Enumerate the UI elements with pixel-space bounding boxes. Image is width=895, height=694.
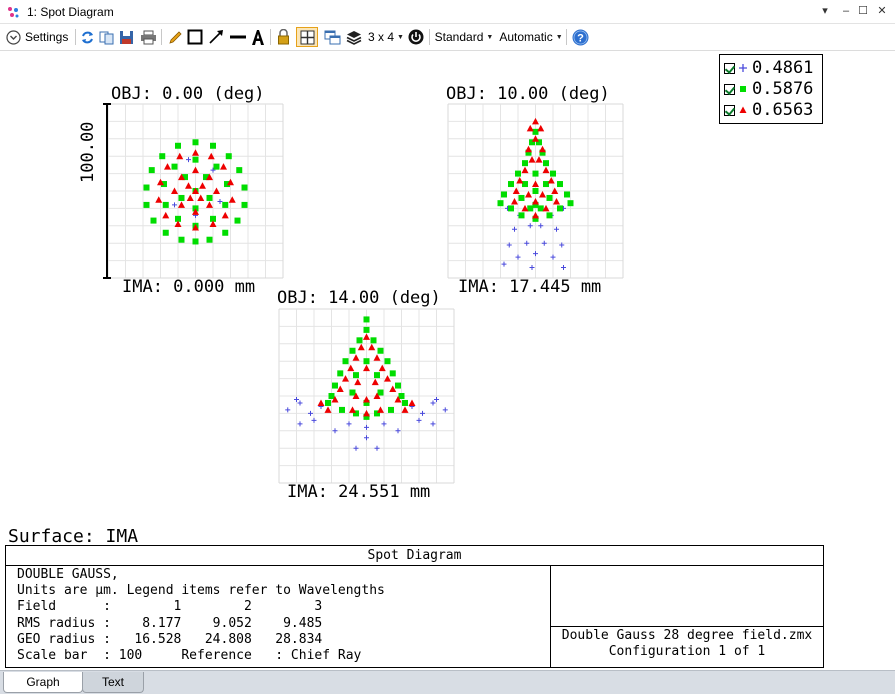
plot-2-title: OBJ: 10.00 (deg)	[446, 84, 610, 104]
square-marker-icon	[740, 86, 746, 92]
plot-3-title: OBJ: 14.00 (deg)	[277, 288, 441, 308]
triangle-marker-icon	[739, 106, 747, 113]
info-right-blank	[551, 566, 823, 627]
standard-dropdown-label: Standard	[434, 30, 484, 44]
line-icon	[230, 35, 246, 39]
layers-button[interactable]	[345, 27, 363, 47]
surface-label: Surface: IMA	[8, 526, 139, 547]
power-refresh-icon	[408, 29, 424, 45]
toolbar-separator	[429, 29, 430, 45]
wavelength-legend: 0.4861 0.5876 0.6563	[719, 54, 823, 124]
info-line: RMS radius : 8.177 9.052 9.485	[17, 615, 323, 631]
configuration-label: Configuration 1 of 1	[608, 644, 766, 659]
help-button[interactable]: ?	[570, 27, 590, 47]
file-name: Double Gauss 28 degree field.zmx	[561, 628, 813, 643]
legend-item-wavelength-3[interactable]: 0.6563	[724, 100, 813, 120]
plus-marker-icon	[739, 64, 747, 72]
info-details: DOUBLE GAUSS, Units are µm. Legend items …	[6, 566, 551, 667]
arrow-line-icon	[208, 30, 223, 44]
info-line: Scale bar : 100 Reference : Chief Ray	[17, 648, 362, 664]
refresh-button[interactable]	[78, 27, 96, 47]
spot-diagram-app-icon	[8, 7, 19, 18]
refresh-icon	[81, 31, 93, 43]
maximize-button[interactable]: ☐	[853, 2, 873, 20]
svg-text:?: ?	[577, 32, 584, 44]
layout-dropdown-label: 3 x 4	[368, 30, 395, 44]
toolbar-separator	[161, 29, 162, 45]
chevron-down-circle-icon	[6, 29, 21, 45]
title-bar: 1: Spot Diagram ▾ – ☐ ✕	[0, 0, 895, 24]
info-line: Field : 1 2 3	[17, 599, 323, 615]
legend-label: 0.4861	[752, 58, 814, 78]
lock-button[interactable]	[274, 27, 292, 47]
toolbar-separator	[270, 29, 271, 45]
dropdown-arrow-icon: ▼	[555, 33, 563, 41]
rectangle-icon	[187, 29, 203, 45]
plot-1-title: OBJ: 0.00 (deg)	[111, 84, 265, 104]
arrow-tool-button[interactable]	[206, 27, 226, 47]
checkbox-checked-icon[interactable]	[724, 104, 735, 116]
settings-button[interactable]: Settings	[6, 27, 74, 47]
info-line: DOUBLE GAUSS,	[17, 567, 119, 582]
lock-icon	[277, 29, 289, 45]
dropdown-arrow-icon: ▼	[486, 33, 494, 41]
checkbox-checked-icon[interactable]	[724, 83, 735, 95]
window-menu-button[interactable]: ▾	[815, 2, 835, 20]
standard-dropdown[interactable]: Standard ▼	[434, 27, 494, 47]
automatic-dropdown[interactable]: Automatic ▼	[498, 27, 564, 47]
plot-3-ima-label: IMA: 24.551 mm	[287, 482, 431, 502]
toolbar-separator	[566, 29, 567, 45]
info-box: Spot Diagram DOUBLE GAUSS, Units are µm. …	[5, 545, 824, 668]
text-tool-icon	[252, 29, 264, 45]
legend-item-wavelength-1[interactable]: 0.4861	[724, 58, 813, 78]
legend-label: 0.5876	[752, 79, 814, 99]
crosshair-grid-icon	[300, 30, 314, 44]
auto-update-button[interactable]	[407, 27, 425, 47]
legend-item-wavelength-2[interactable]: 0.5876	[724, 79, 813, 99]
plot-1-ima-label: IMA: 0.000 mm	[122, 277, 256, 297]
close-button[interactable]: ✕	[872, 2, 892, 20]
print-icon	[140, 30, 156, 44]
text-tool-button[interactable]	[249, 27, 267, 47]
copy-button[interactable]	[98, 27, 116, 47]
layout-dropdown[interactable]: 3 x 4 ▼	[366, 27, 406, 47]
automatic-dropdown-label: Automatic	[499, 30, 553, 44]
help-icon: ?	[572, 29, 588, 45]
info-line: Units are µm. Legend items refer to Wave…	[17, 583, 385, 599]
line-tool-button[interactable]	[228, 27, 248, 47]
tab-graph[interactable]: Graph	[3, 672, 83, 693]
tab-bar: Graph Text	[0, 670, 895, 694]
info-file-block: Double Gauss 28 degree field.zmx Configu…	[551, 627, 823, 667]
copy-icon	[99, 31, 114, 44]
crosshair-toggle-button[interactable]	[296, 27, 318, 47]
tab-text[interactable]: Text	[82, 672, 144, 693]
pencil-icon	[168, 30, 182, 44]
checkbox-checked-icon[interactable]	[724, 62, 735, 74]
dropdown-arrow-icon: ▼	[397, 33, 404, 41]
save-button[interactable]	[118, 27, 136, 47]
windows-icon	[324, 30, 340, 44]
settings-label: Settings	[25, 30, 69, 44]
toolbar-separator	[75, 29, 76, 45]
plot-2-ima-label: IMA: 17.445 mm	[458, 277, 602, 297]
window-title: 1: Spot Diagram	[27, 5, 114, 19]
legend-label: 0.6563	[752, 100, 814, 120]
layers-icon	[346, 30, 362, 45]
info-heading: Spot Diagram	[6, 546, 823, 566]
info-line: GEO radius : 16.528 24.808 28.834	[17, 631, 323, 647]
save-icon	[120, 30, 133, 44]
window-layout-button[interactable]	[322, 27, 342, 47]
pencil-tool-button[interactable]	[166, 27, 184, 47]
toolbar: Settings 3 x 4 ▼ Standard ▼ Automatic ▼ …	[0, 24, 895, 51]
print-button[interactable]	[138, 27, 158, 47]
scale-bar-label: 100.00	[78, 121, 98, 183]
rectangle-tool-button[interactable]	[186, 27, 204, 47]
